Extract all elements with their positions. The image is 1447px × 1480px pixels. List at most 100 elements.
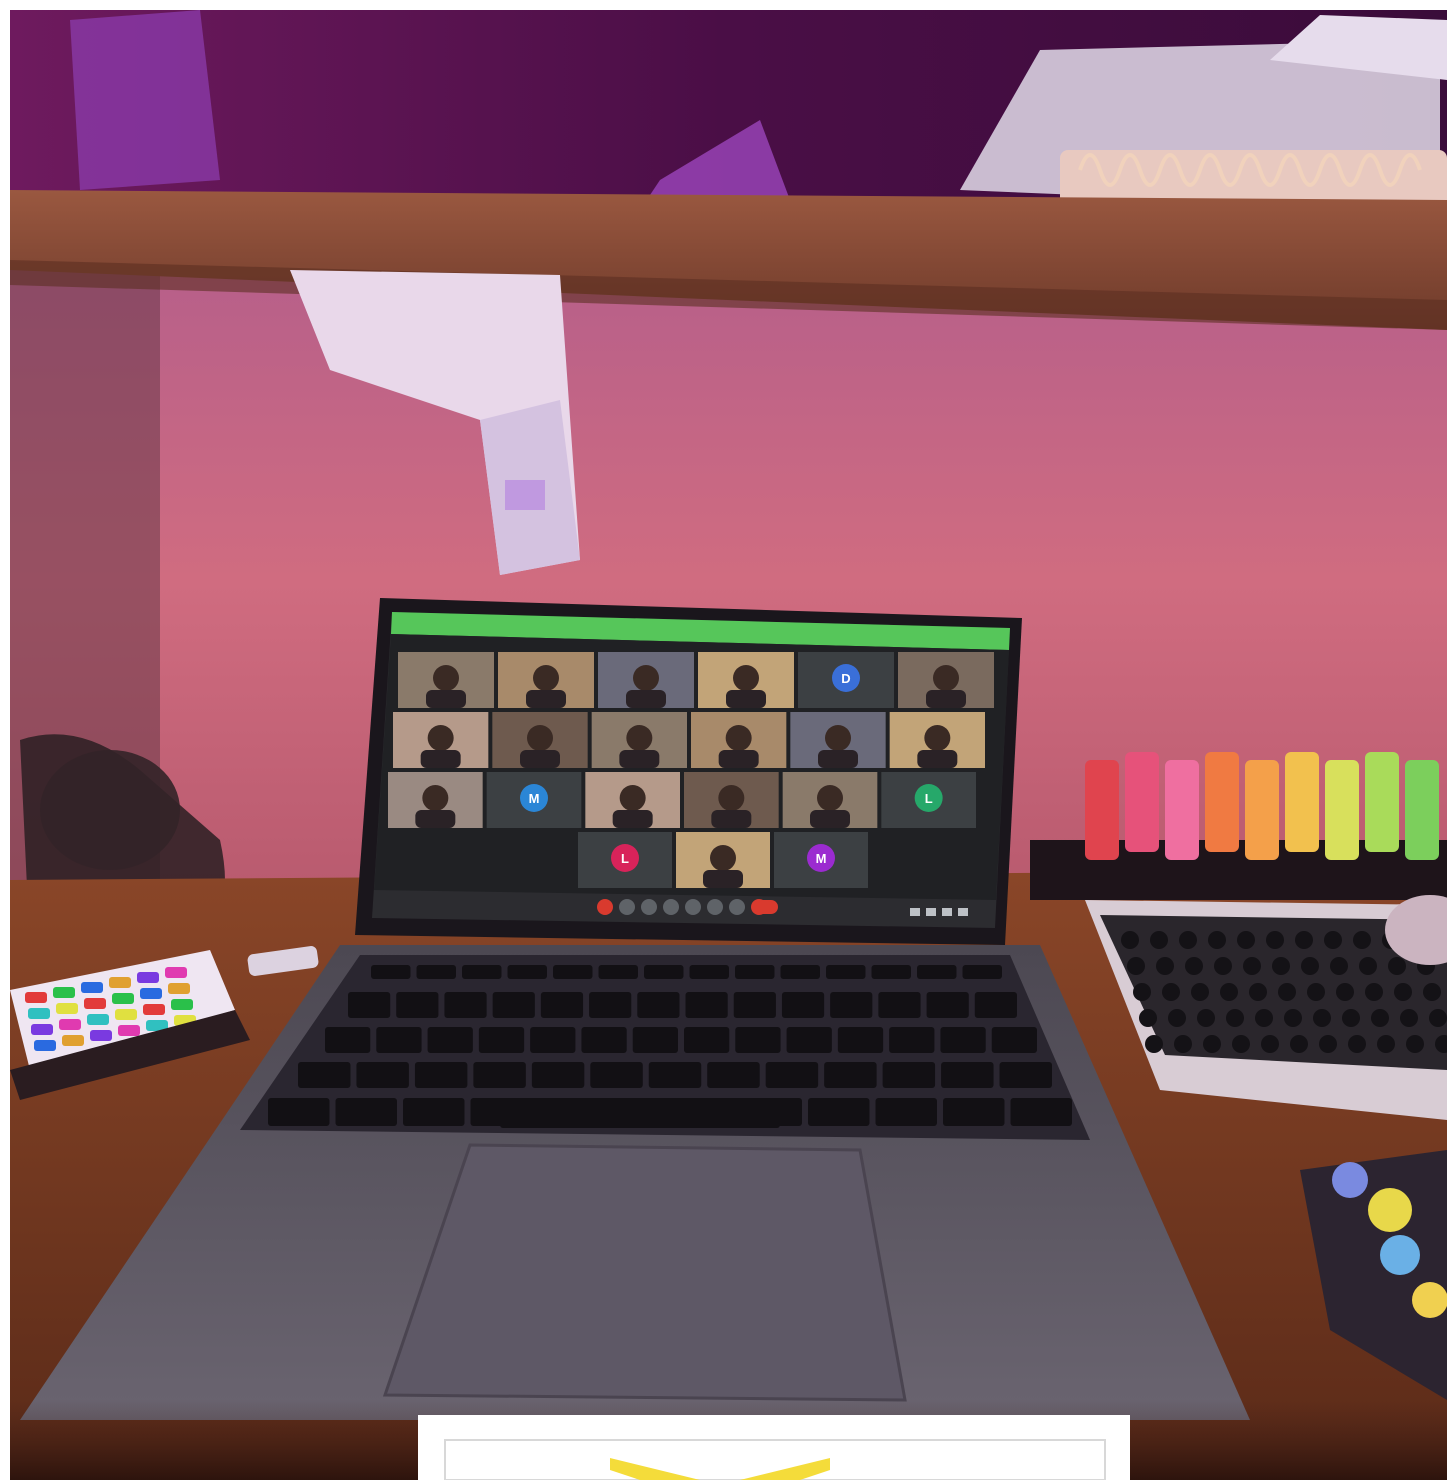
participant-tile-video[interactable] (393, 712, 489, 768)
participant-tile-avatar[interactable]: M (774, 832, 868, 888)
call-control-button[interactable] (663, 899, 679, 915)
toolbar-icon[interactable] (958, 908, 968, 916)
call-control-button[interactable] (729, 899, 745, 915)
participant-tile-avatar[interactable]: M (486, 772, 582, 828)
participant-tile-avatar[interactable]: D (798, 652, 894, 708)
participant-tile-video[interactable] (398, 652, 494, 708)
laptop-key (376, 1027, 422, 1053)
participant-tile-video[interactable] (388, 772, 483, 828)
keycap (1429, 1009, 1447, 1027)
participant-silhouette (933, 665, 959, 691)
keycap (1162, 983, 1180, 1001)
laptop-key (462, 965, 502, 979)
keycap (1232, 1035, 1250, 1053)
participant-tile-video[interactable] (585, 772, 680, 828)
keycap (1400, 1009, 1418, 1027)
keycap (1307, 983, 1325, 1001)
laptop-key (974, 992, 1017, 1018)
participant-tile-video[interactable] (498, 652, 594, 708)
toolbar-icon[interactable] (942, 908, 952, 916)
keycap (1324, 931, 1342, 949)
participant-tile-video[interactable] (698, 652, 794, 708)
participant-tile-avatar[interactable]: L (881, 772, 976, 828)
call-control-button[interactable] (619, 899, 635, 915)
remote-button (143, 1004, 165, 1015)
participant-silhouette (633, 665, 659, 691)
participant-tile-video[interactable] (598, 652, 694, 708)
participant-tile-video[interactable] (898, 652, 994, 708)
marker (1365, 752, 1399, 852)
participant-tile-video[interactable] (691, 712, 787, 768)
participant-tile-video[interactable] (684, 772, 779, 828)
marker (1245, 760, 1279, 860)
remote-button (62, 1035, 84, 1046)
remote-button (90, 1030, 112, 1041)
remote-button (87, 1014, 109, 1025)
laptop-key (707, 1062, 760, 1088)
laptop-key (581, 1027, 627, 1053)
laptop-key (689, 965, 729, 979)
laptop-key (530, 1027, 576, 1053)
photo-scene: D M L L M (0, 0, 1447, 1480)
spacebar (500, 1098, 780, 1128)
laptop-key (590, 1062, 643, 1088)
keycap (1388, 957, 1406, 975)
keycap (1156, 957, 1174, 975)
laptop-key (473, 1062, 526, 1088)
remote-button (53, 987, 75, 998)
laptop-key (553, 965, 593, 979)
laptop-key (531, 1062, 585, 1088)
avatar-initial: D (841, 671, 850, 686)
participant-tile-video[interactable] (492, 712, 588, 768)
call-control-button[interactable] (707, 899, 723, 915)
keycap (1237, 931, 1255, 949)
participant-tile-video[interactable] (676, 832, 770, 888)
keycap (1348, 1035, 1366, 1053)
laptop-key (765, 1062, 819, 1088)
participant-tile-video[interactable] (889, 712, 985, 768)
remote-button (25, 992, 47, 1003)
laptop-key (735, 1027, 781, 1053)
keycap (1174, 1035, 1192, 1053)
purple-box (70, 10, 220, 190)
laptop-key (325, 1027, 371, 1053)
toolbar-icon[interactable] (910, 908, 920, 916)
call-control-button[interactable] (641, 899, 657, 915)
participant-silhouette (422, 785, 449, 811)
call-control-button[interactable] (685, 899, 701, 915)
laptop-key (917, 965, 957, 979)
remote-button (34, 1040, 56, 1051)
toolbar-icon[interactable] (926, 908, 936, 916)
laptop-key (824, 1062, 877, 1088)
keycap (1214, 957, 1232, 975)
leave-call-button[interactable] (752, 900, 778, 914)
participant-silhouette (924, 725, 951, 751)
laptop-key (335, 1098, 397, 1126)
participant-tile-avatar[interactable]: L (578, 832, 672, 888)
participant-tile-video[interactable] (790, 712, 886, 768)
laptop-key (268, 1098, 330, 1126)
laptop-key (685, 992, 728, 1018)
participant-tile-video[interactable] (782, 772, 878, 828)
laptop-key (356, 1062, 409, 1088)
keycap (1330, 957, 1348, 975)
marker (1085, 760, 1119, 860)
marker (1405, 760, 1439, 860)
keycap (1220, 983, 1238, 1001)
keycap (1365, 983, 1383, 1001)
marker (1285, 752, 1319, 852)
laptop-key (735, 965, 775, 979)
keycap (1197, 1009, 1215, 1027)
laptop-key (875, 1098, 937, 1126)
keycap (1243, 957, 1261, 975)
keycap (1353, 931, 1371, 949)
laptop-key (598, 965, 638, 979)
laptop-key (878, 992, 921, 1018)
keycap (1191, 983, 1209, 1001)
laptop-key (991, 1027, 1037, 1053)
avatar-initial: L (925, 791, 933, 806)
end-call-button[interactable] (597, 899, 613, 915)
laptop-key (371, 965, 411, 979)
participant-tile-video[interactable] (591, 712, 687, 768)
laptop-key (396, 992, 439, 1018)
